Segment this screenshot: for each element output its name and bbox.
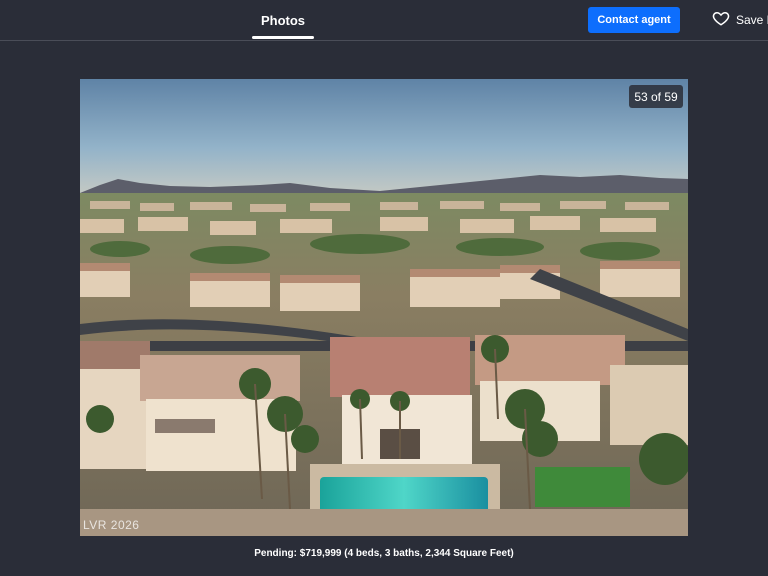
photo-watermark: LVR 2026 bbox=[83, 518, 140, 532]
photo-counter-text: 53 of 59 bbox=[634, 89, 678, 104]
save-home-label: Save H bbox=[736, 13, 768, 27]
aerial-neighborhood-photo bbox=[80, 79, 688, 536]
active-tab-indicator bbox=[252, 36, 314, 39]
listing-photo[interactable] bbox=[80, 79, 688, 536]
contact-agent-button[interactable]: Contact agent bbox=[588, 7, 680, 33]
heart-outline-icon bbox=[712, 9, 730, 32]
tab-photos-label: Photos bbox=[260, 12, 306, 28]
photo-counter-badge: 53 of 59 bbox=[629, 85, 683, 108]
top-navigation-bar: Photos Contact agent Save H bbox=[0, 0, 768, 41]
listing-caption: Pending: $719,999 (4 beds, 3 baths, 2,34… bbox=[254, 548, 514, 559]
save-home-button[interactable]: Save H bbox=[712, 10, 768, 30]
contact-agent-label: Contact agent bbox=[597, 14, 671, 26]
tab-photos[interactable]: Photos bbox=[252, 0, 314, 40]
